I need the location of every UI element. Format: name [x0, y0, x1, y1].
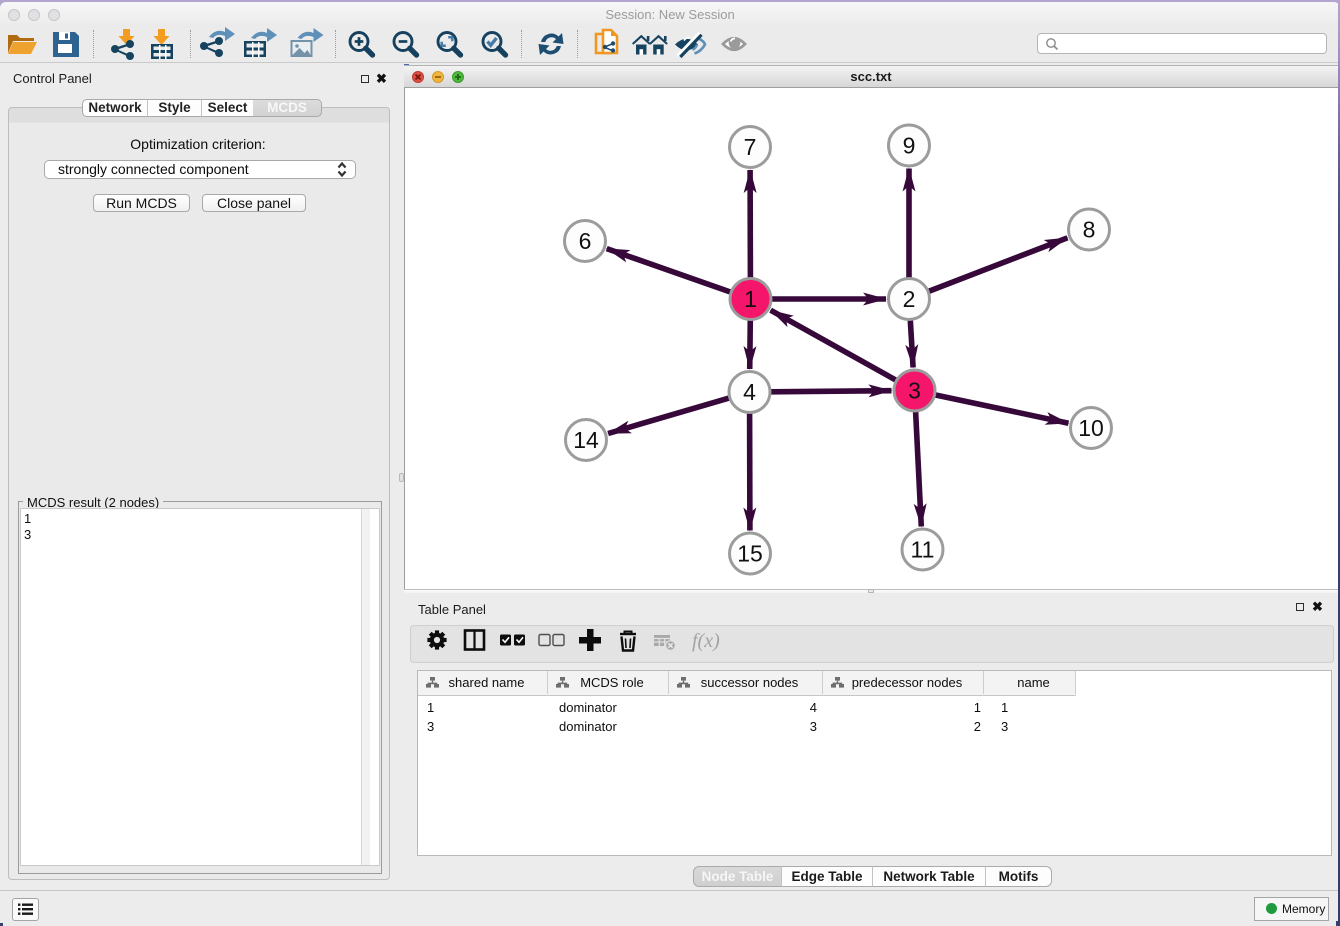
svg-text:15: 15 — [737, 541, 763, 567]
svg-text:f(x): f(x) — [692, 630, 720, 652]
svg-text:9: 9 — [903, 133, 916, 159]
svg-text:6: 6 — [579, 228, 592, 254]
svg-text:2: 2 — [903, 286, 916, 312]
svg-text:1: 1 — [744, 286, 757, 312]
svg-text:10: 10 — [1078, 415, 1104, 441]
svg-text:11: 11 — [911, 537, 935, 563]
svg-text:4: 4 — [743, 379, 756, 405]
svg-text:14: 14 — [573, 427, 599, 453]
svg-text:8: 8 — [1083, 217, 1096, 243]
svg-text:3: 3 — [908, 378, 921, 404]
svg-text:7: 7 — [744, 134, 757, 160]
